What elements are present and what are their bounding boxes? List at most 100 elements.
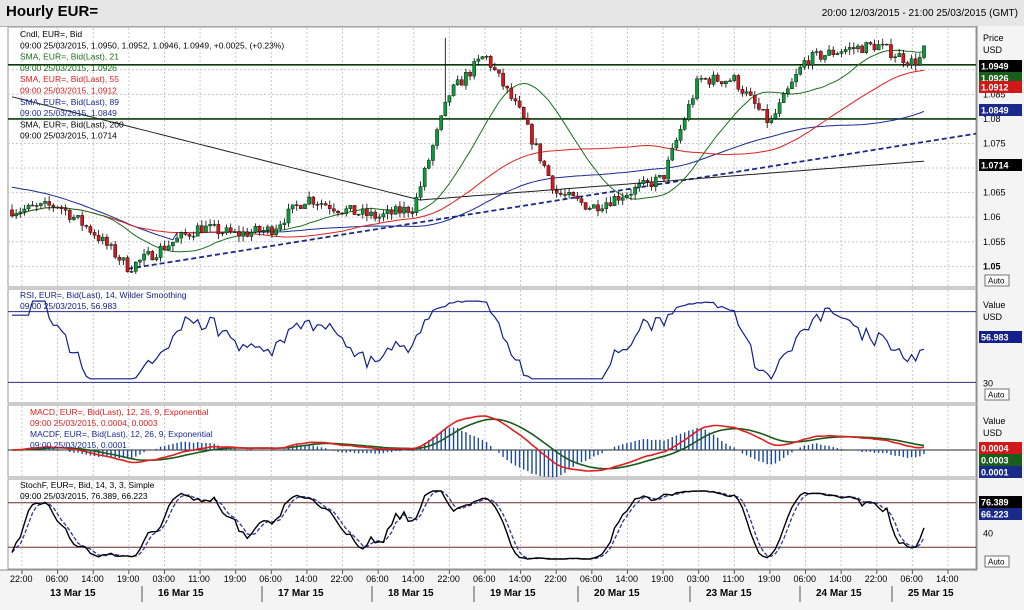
candle-body [402, 206, 406, 214]
candle-body [513, 98, 518, 102]
candle-body [872, 43, 877, 51]
candle-body [596, 204, 600, 212]
price-legend-line: SMA, EUR=, Bid(Last), 89 [20, 97, 119, 107]
candle-body [843, 49, 848, 52]
candle-body [245, 231, 250, 237]
candle-body [868, 42, 873, 45]
candle-body [88, 226, 93, 233]
candle-body [257, 225, 262, 232]
candle-body [204, 225, 208, 233]
price-legend-line: 09:00 25/03/2015, 1.0950, 1.0952, 1.0946… [20, 40, 284, 50]
price-legend-line: Cndl, EUR=, Bid [20, 29, 82, 39]
date-label: 17 Mar 15 [278, 588, 324, 599]
candle-body [666, 159, 670, 180]
candle-body [26, 204, 31, 210]
candle-body [113, 244, 117, 258]
auto-button: Auto [988, 277, 1005, 286]
macd-legend-line: MACDF, EUR=, Bid(Last), 12, 26, 9, Expon… [30, 429, 213, 439]
candle-body [195, 225, 200, 237]
candle-body [360, 208, 365, 215]
candle-body [748, 91, 753, 96]
time-label: 22:00 [331, 574, 354, 584]
candle-body [410, 212, 415, 214]
candle-body [270, 226, 274, 235]
candle-body [55, 206, 60, 209]
candle-body [76, 215, 80, 218]
candle-body [472, 61, 476, 77]
candle-body [819, 51, 823, 60]
chart-canvas[interactable]: 1.091.0851.081.0751.071.0651.061.0551.05… [0, 26, 1024, 610]
price-tick-label: 1.06 [983, 212, 1001, 222]
candle-body [14, 213, 18, 217]
time-label: 14:00 [402, 574, 425, 584]
candle-body [810, 51, 815, 66]
candle-body [303, 203, 307, 209]
time-label: 14:00 [829, 574, 852, 584]
candle-body [286, 208, 291, 224]
candle-body [823, 55, 827, 60]
candle-body [43, 201, 47, 204]
candle-body [249, 232, 254, 237]
price-tick-label: 1.065 [983, 188, 1006, 198]
candle-body [728, 80, 732, 82]
candle-body [158, 245, 163, 258]
rsi-tag: 56.983 [981, 333, 1009, 343]
candle-body [847, 47, 852, 50]
candle-body [39, 203, 43, 206]
candle-body [443, 101, 448, 116]
time-label: 22:00 [10, 574, 33, 584]
candle-body [600, 208, 604, 212]
candle-body [583, 202, 588, 210]
price-tag: 1.0912 [981, 83, 1009, 93]
rsi-legend-line: RSI, EUR=, Bid(Last), 14, Wilder Smoothi… [20, 290, 187, 300]
time-label: 03:00 [687, 574, 710, 584]
candle-body [678, 129, 683, 141]
macd-legend-line: MACD, EUR=, Bid(Last), 12, 26, 9, Expone… [30, 407, 208, 417]
candle-body [414, 197, 419, 213]
candle-body [707, 78, 712, 85]
candle-body [398, 206, 402, 214]
candle-body [864, 42, 869, 53]
candle-body [724, 80, 728, 85]
candle-body [327, 205, 332, 209]
candle-body [711, 74, 716, 85]
date-range: 20:00 12/03/2015 - 21:00 25/03/2015 (GMT… [821, 8, 1018, 19]
candle-body [344, 208, 349, 214]
candle-body [352, 205, 357, 215]
candle-body [381, 213, 386, 218]
candle-body [59, 206, 64, 209]
candle-body [80, 215, 84, 226]
candle-body [171, 241, 175, 247]
stoch-tag: 76.389 [981, 498, 1009, 508]
candle-body [208, 224, 212, 227]
candle-body [187, 234, 192, 237]
candle-body [732, 75, 736, 81]
candle-body [852, 47, 856, 50]
candle-body [612, 196, 617, 206]
macd-axis-title: Value [983, 416, 1005, 426]
candle-body [224, 227, 229, 234]
candle-body [616, 196, 621, 201]
candle-body [484, 56, 489, 58]
candle-body [806, 60, 811, 66]
candle-body [517, 100, 522, 108]
candle-body [715, 74, 720, 82]
time-label: 11:00 [188, 574, 210, 584]
candle-body [542, 160, 547, 166]
time-label: 19:00 [224, 574, 247, 584]
candle-body [670, 147, 675, 161]
price-legend-line: 09:00 25/03/2015, 1.0926 [20, 63, 117, 73]
candle-body [893, 56, 897, 59]
candle-body [740, 89, 745, 94]
time-label: 06:00 [46, 574, 69, 584]
candle-body [228, 227, 233, 233]
macd-tag: 0.0004 [981, 444, 1009, 454]
candle-body [637, 183, 642, 188]
price-axis-unit: USD [983, 45, 1003, 55]
candle-body [121, 257, 126, 261]
candle-body [460, 79, 464, 86]
candle-body [237, 231, 241, 237]
candle-body [563, 194, 567, 196]
candle-body [798, 67, 802, 75]
panel-stoch [7, 478, 977, 570]
